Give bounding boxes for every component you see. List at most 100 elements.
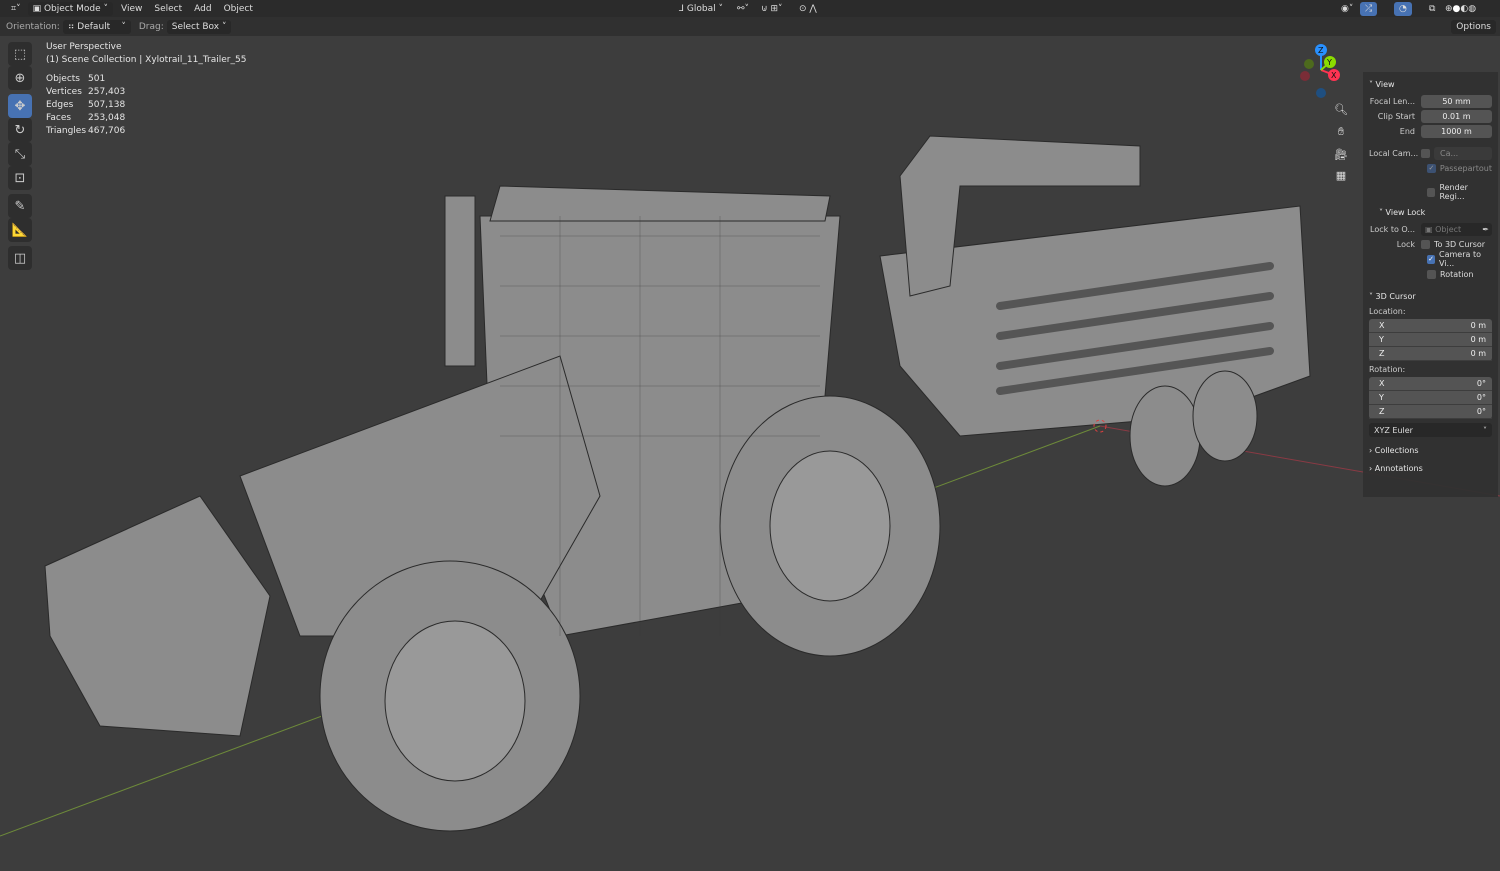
section-title: Annotations: [1374, 463, 1423, 473]
menu-select[interactable]: Select: [148, 4, 188, 14]
axis-value: 0 m: [1470, 335, 1486, 344]
proportional-edit-button[interactable]: ⊙ ⋀: [794, 2, 822, 16]
clip-start-field[interactable]: 0.01 m: [1421, 109, 1492, 123]
scene-stats: Objects 501 Vertices 257,403 Edges 507,138 …: [46, 73, 246, 138]
gizmo-toggle-button[interactable]: ⤮: [1360, 1, 1378, 16]
add-cube-tool-icon[interactable]: ◫: [8, 246, 32, 270]
stat-value: 467,706: [88, 126, 126, 136]
axis-value: 0 m: [1470, 349, 1486, 358]
lock-to-object-label: Lock to O...: [1370, 224, 1415, 234]
orientation-label: Orientation:: [6, 21, 60, 32]
collection-path: (1) Scene Collection | Xylotrail_11_Trai…: [46, 55, 247, 65]
cursor-rotation-z[interactable]: Z 0°: [1369, 405, 1492, 419]
lock-to-object-field[interactable]: ▣ Object ✒: [1421, 222, 1492, 236]
lock-to-object-placeholder: Object: [1435, 224, 1462, 234]
zoom-icon[interactable]: 🔍︎: [1332, 100, 1350, 118]
pan-hand-icon[interactable]: ✋︎: [1332, 123, 1350, 141]
options-button[interactable]: Options: [1451, 19, 1496, 34]
location-label: Location:: [1369, 307, 1406, 316]
transform-tool-icon[interactable]: ⊡: [8, 166, 32, 190]
measure-tool-icon[interactable]: 📐: [8, 218, 32, 242]
local-camera-checkbox[interactable]: [1421, 148, 1430, 158]
camera-view-icon[interactable]: 🎥︎: [1332, 145, 1350, 163]
mode-select[interactable]: ▣ Object Mode ˅: [27, 1, 114, 16]
rotate-tool-icon[interactable]: ↻: [8, 118, 32, 142]
local-camera-field[interactable]: Ca...: [1434, 146, 1492, 160]
snap-button[interactable]: ⊍ ⊞˅: [756, 2, 788, 16]
viewport-scene: [0, 135, 1500, 837]
cursor-tool-icon[interactable]: ⊕: [8, 66, 32, 90]
collections-section-header[interactable]: › Collections: [1369, 441, 1492, 459]
perspective-grid-icon[interactable]: ▦: [1332, 166, 1350, 184]
annotations-section-header[interactable]: › Annotations: [1369, 459, 1492, 477]
view-lock-section-header[interactable]: ˅ View Lock: [1369, 203, 1492, 221]
rotation-mode-select[interactable]: XYZ Euler ˅: [1369, 423, 1492, 437]
chevron-down-icon: ˅: [1483, 425, 1487, 435]
rotation-mode-value: XYZ Euler: [1374, 425, 1413, 435]
lock-rotation-checkbox[interactable]: [1427, 269, 1436, 279]
cursor-location-x[interactable]: X 0 m: [1369, 319, 1492, 333]
stat-label: Vertices: [46, 87, 82, 97]
cursor-location-y[interactable]: Y 0 m: [1369, 333, 1492, 347]
move-tool-icon[interactable]: ✥: [8, 94, 32, 118]
view-section-header[interactable]: ˅ View: [1369, 75, 1492, 93]
orientation-select[interactable]: ⠶ Default ˅: [62, 19, 131, 34]
scale-tool-icon[interactable]: ⤡: [8, 142, 32, 166]
cursor-rotation-x[interactable]: X 0°: [1369, 377, 1492, 391]
cursor-rotation-fields: X 0° Y 0° Z 0°: [1369, 377, 1492, 419]
overlay-toggle-button[interactable]: ◔: [1394, 1, 1412, 16]
eyedropper-icon[interactable]: ✒: [1482, 225, 1492, 234]
menu-add[interactable]: Add: [188, 4, 217, 14]
header-bar: ⌗˅ ▣ Object Mode ˅ View Select Add Objec…: [0, 0, 1500, 17]
visibility-button[interactable]: ◉˅: [1336, 2, 1358, 16]
passepartout-checkbox[interactable]: ✓: [1427, 163, 1436, 173]
cursor-location-fields: X 0 m Y 0 m Z 0 m: [1369, 319, 1492, 361]
xray-button[interactable]: ⧉: [1424, 2, 1440, 16]
focal-length-field[interactable]: 50 mm: [1421, 94, 1492, 108]
stat-value: 253,048: [88, 113, 126, 123]
stat-value: 507,138: [88, 100, 126, 110]
axis-label: Z: [1379, 349, 1385, 358]
section-title: View Lock: [1385, 207, 1426, 217]
menu-view[interactable]: View: [115, 4, 148, 14]
view-name: User Perspective: [46, 42, 122, 52]
drag-select[interactable]: Select Box ˅: [166, 19, 232, 34]
lock-to-cursor-checkbox[interactable]: [1421, 239, 1430, 249]
stat-value: 257,403: [88, 87, 126, 97]
drag-value: Select Box: [171, 21, 220, 32]
tool-settings-bar: Orientation: ⠶ Default ˅ Drag: Select Box…: [0, 17, 1500, 36]
render-region-label: Render Regi...: [1439, 183, 1468, 201]
stat-value: 501: [88, 74, 106, 84]
camera-to-view-checkbox[interactable]: ✓: [1427, 254, 1435, 264]
sidebar-view-panel: ˅ View Focal Len... 50 mm Clip Start 0.01 …: [1363, 72, 1498, 497]
axis-label: Y: [1379, 335, 1384, 344]
axis-value: 0°: [1476, 379, 1486, 388]
annotate-tool-icon[interactable]: ✎: [8, 194, 32, 218]
pivot-button[interactable]: ⚯˅: [732, 2, 754, 16]
axis-value: 0 m: [1470, 321, 1486, 330]
clip-end-label: End: [1399, 126, 1415, 136]
axis-label: Z: [1379, 407, 1385, 416]
axis-value: 0°: [1476, 407, 1486, 416]
rotation-label: Rotation:: [1369, 365, 1406, 374]
shading-buttons[interactable]: ⊕ ● ◐◍: [1440, 2, 1481, 16]
render-region-checkbox[interactable]: [1427, 187, 1436, 197]
3d-cursor-section-header[interactable]: ˅ 3D Cursor: [1369, 287, 1492, 305]
svg-text:Y: Y: [1326, 58, 1332, 67]
tool-shelf: ⬚ ⊕ ✥ ↻ ⤡ ⊡ ✎ 📐 ◫: [8, 42, 32, 270]
svg-text:X: X: [1331, 71, 1337, 80]
lock-to-cursor-label: To 3D Cursor: [1434, 239, 1486, 249]
axis-value: 0°: [1476, 393, 1486, 402]
menu-object[interactable]: Object: [218, 4, 259, 14]
navigation-gizmo[interactable]: Z X Y: [1295, 42, 1345, 102]
cursor-location-z[interactable]: Z 0 m: [1369, 347, 1492, 361]
editor-type-button[interactable]: ⌗˅: [6, 2, 26, 16]
clip-end-field[interactable]: 1000 m: [1421, 124, 1492, 138]
cursor-rotation-y[interactable]: Y 0°: [1369, 391, 1492, 405]
select-box-tool-icon[interactable]: ⬚: [8, 42, 32, 66]
local-camera-label: Local Cam...: [1369, 148, 1419, 158]
axis-label: Y: [1379, 393, 1384, 402]
tractor-model: [44, 135, 1311, 832]
transform-orientation-select[interactable]: ⅃ Global ˅: [674, 2, 728, 16]
3d-viewport[interactable]: ⬚ ⊕ ✥ ↻ ⤡ ⊡ ✎ 📐 ◫ User Perspective (1) S…: [0, 36, 1500, 871]
